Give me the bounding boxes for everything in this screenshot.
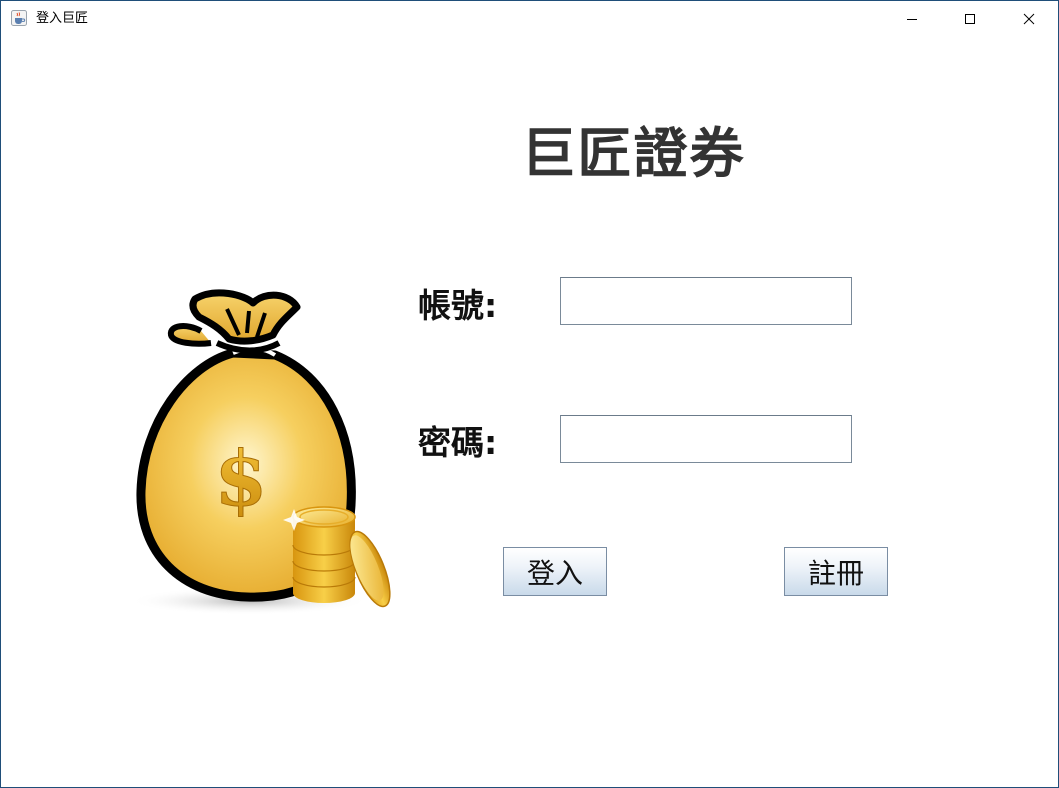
close-icon — [1023, 13, 1035, 25]
minimize-button[interactable] — [883, 1, 941, 37]
close-button[interactable] — [1000, 1, 1058, 37]
account-label: 帳號: — [418, 286, 498, 325]
window-title: 登入巨匠 — [36, 11, 89, 26]
password-label: 密碼: — [418, 423, 498, 462]
maximize-button[interactable] — [941, 1, 999, 37]
java-cup-icon — [11, 10, 27, 26]
svg-text:$: $ — [215, 434, 268, 523]
password-input[interactable] — [560, 415, 852, 463]
maximize-icon — [965, 14, 975, 24]
page-title: 巨匠證券 — [521, 122, 746, 185]
account-input[interactable] — [560, 277, 852, 325]
title-bar[interactable]: 登入巨匠 — [1, 1, 1058, 37]
login-window: 登入巨匠 巨匠證券 $ 帳號: 密碼: 登入 註冊 — [0, 0, 1059, 788]
login-button[interactable]: 登入 — [503, 547, 607, 596]
register-button[interactable]: 註冊 — [784, 547, 888, 596]
money-bag-icon: $ — [129, 289, 391, 615]
minimize-icon — [907, 19, 917, 20]
